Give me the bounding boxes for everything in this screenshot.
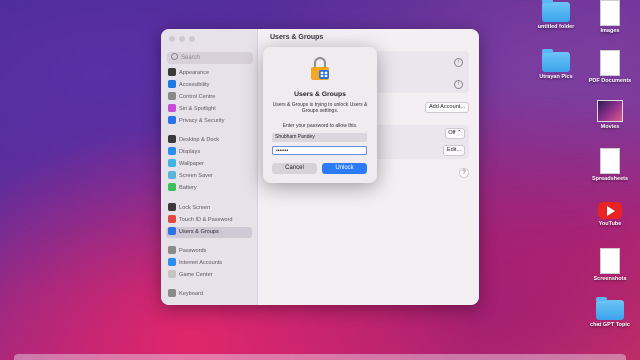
cancel-button[interactable]: Cancel xyxy=(272,163,317,174)
dialog-title: Users & Groups xyxy=(294,91,346,98)
sidebar-item-battery[interactable]: Battery xyxy=(166,183,252,194)
unlock-button[interactable]: Unlock xyxy=(322,163,367,174)
search-input[interactable]: Search xyxy=(167,52,253,64)
sidebar-item-screen-saver[interactable]: Screen Saver xyxy=(166,171,252,182)
desktop-item-images[interactable]: Images xyxy=(580,0,640,34)
sidebar-item-keyboard[interactable]: Keyboard xyxy=(166,289,252,300)
document-icon xyxy=(600,50,620,76)
keyboard-icon xyxy=(168,289,176,297)
dock[interactable] xyxy=(14,354,626,360)
sidebar-item-touch-id[interactable]: Touch ID & Password xyxy=(166,215,252,226)
document-icon xyxy=(600,248,620,274)
guest-select[interactable]: Off ⌃ xyxy=(445,128,465,139)
sidebar-item-accessibility[interactable]: Accessibility xyxy=(166,80,252,91)
movie-thumbnail-icon xyxy=(597,100,623,122)
desktop-item-youtube[interactable]: YouTube xyxy=(580,202,640,227)
info-icon[interactable]: i xyxy=(454,58,463,67)
lock-icon xyxy=(311,57,329,80)
info-icon[interactable]: i xyxy=(454,80,463,89)
desktop-item-untitled-folder[interactable]: untitled folder xyxy=(526,0,586,30)
lock-screen-icon xyxy=(168,203,176,211)
desktop-item-movies[interactable]: Movies xyxy=(580,100,640,130)
add-account-button[interactable]: Add Account... xyxy=(425,102,469,113)
screen-saver-icon xyxy=(168,171,176,179)
desktop-item-pdf-documents[interactable]: PDF Documents xyxy=(580,50,640,84)
sidebar-item-control-centre[interactable]: Control Centre xyxy=(166,92,252,103)
help-button[interactable]: ? xyxy=(459,168,469,178)
at-icon xyxy=(168,258,176,266)
sidebar-item-passwords[interactable]: Passwords xyxy=(166,246,252,257)
battery-icon xyxy=(168,183,176,191)
dock-icon xyxy=(168,135,176,143)
sidebar-item-siri[interactable]: Siri & Spotlight xyxy=(166,104,252,115)
sidebar-item-desktop-dock[interactable]: Desktop & Dock xyxy=(166,135,252,146)
dialog-prompt: Enter your password to allow this. xyxy=(282,123,358,129)
siri-icon xyxy=(168,104,176,112)
users-icon xyxy=(168,227,176,235)
folder-icon xyxy=(542,49,570,72)
sidebar-item-displays[interactable]: Displays xyxy=(166,147,252,158)
youtube-icon xyxy=(598,202,622,219)
wallpaper-icon xyxy=(168,159,176,167)
unlock-dialog: Users & Groups Users & Groups is trying … xyxy=(263,47,377,183)
sidebar-item-game-center[interactable]: Game Center xyxy=(166,270,252,281)
page-title: Users & Groups xyxy=(270,34,324,41)
hand-icon xyxy=(168,116,176,124)
sidebar: Search Appearance Accessibility Control … xyxy=(161,29,258,305)
sidebar-item-lock-screen[interactable]: Lock Screen xyxy=(166,203,252,214)
appearance-icon xyxy=(168,68,176,76)
password-field[interactable]: ••••••• xyxy=(272,146,367,155)
game-center-icon xyxy=(168,270,176,278)
search-icon xyxy=(171,53,178,60)
key-icon xyxy=(168,246,176,254)
sidebar-item-privacy[interactable]: Privacy & Security xyxy=(166,116,252,127)
folder-icon xyxy=(542,0,570,22)
sidebar-item-internet-accounts[interactable]: Internet Accounts xyxy=(166,258,252,269)
desktop-item-spreadsheets[interactable]: Spreadsheets xyxy=(580,148,640,182)
control-centre-icon xyxy=(168,92,176,100)
sidebar-item-appearance[interactable]: Appearance xyxy=(166,68,252,79)
folder-icon xyxy=(596,297,624,320)
fingerprint-icon xyxy=(168,215,176,223)
sidebar-item-users-groups[interactable]: Users & Groups xyxy=(166,227,252,238)
display-icon xyxy=(168,147,176,155)
dialog-message: Users & Groups is trying to unlock Users… xyxy=(272,102,368,114)
sidebar-item-wallpaper[interactable]: Wallpaper xyxy=(166,159,252,170)
username-field[interactable]: Shubham Pandey xyxy=(272,133,367,142)
desktop-item-chat-gpt-topic[interactable]: chat GPT Topic xyxy=(580,297,640,328)
desktop-item-utrayan-pics[interactable]: Utrayan Pics xyxy=(526,49,586,80)
edit-button[interactable]: Edit... xyxy=(443,145,465,156)
document-icon xyxy=(600,0,620,26)
accessibility-icon xyxy=(168,80,176,88)
document-icon xyxy=(600,148,620,174)
window-controls[interactable] xyxy=(169,36,195,42)
desktop-item-screenshots[interactable]: Screenshots xyxy=(580,248,640,282)
